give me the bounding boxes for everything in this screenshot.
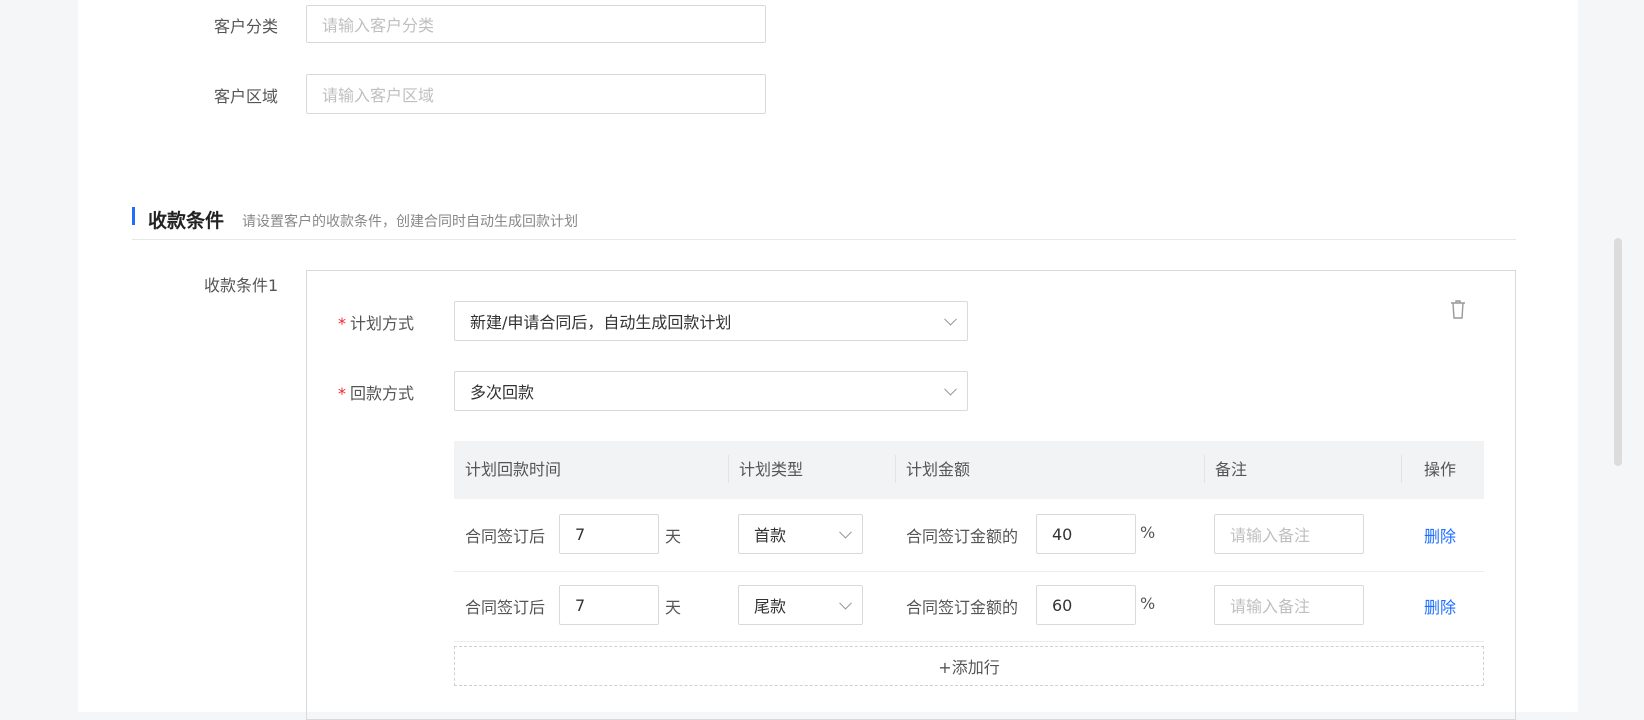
days-value: 7	[575, 524, 586, 544]
amount-prefix: 合同签订金额的	[906, 527, 1019, 546]
header-separator	[1401, 455, 1402, 483]
customer-region-placeholder: 请输入客户区域	[322, 86, 435, 105]
table-row: 合同签订后 7 天 尾款 合同签订金额的 60 % 请输入备注 删除	[454, 571, 1484, 642]
plan-type-select[interactable]: 尾款	[738, 585, 863, 625]
trash-icon[interactable]	[1448, 298, 1468, 320]
chevron-down-icon	[839, 596, 852, 610]
header-separator	[1204, 455, 1205, 483]
section-accent-bar	[132, 207, 135, 225]
note-input[interactable]: 请输入备注	[1214, 585, 1364, 625]
condition-label: 收款条件1	[204, 276, 279, 295]
percent-input[interactable]: 60	[1036, 585, 1136, 625]
customer-region-label: 客户区域	[214, 87, 279, 106]
plan-method-select[interactable]: 新建/申请合同后，自动生成回款计划	[454, 301, 968, 341]
header-note: 备注	[1215, 460, 1248, 479]
scrollbar-thumb[interactable]	[1614, 238, 1622, 466]
days-value: 7	[575, 595, 586, 615]
customer-category-input[interactable]: 请输入客户分类	[306, 5, 766, 43]
plan-type-select[interactable]: 首款	[738, 514, 863, 554]
header-plan-time: 计划回款时间	[465, 460, 562, 479]
table-row: 合同签订后 7 天 首款 合同签订金额的 40 % 请输入备注 删除	[454, 499, 1484, 572]
table-header: 计划回款时间 计划类型 计划金额 备注 操作	[454, 441, 1484, 499]
payment-method-value: 多次回款	[470, 383, 535, 402]
delete-row-link[interactable]: 删除	[1424, 594, 1456, 618]
row-prefix: 合同签订后	[465, 598, 546, 617]
delete-row-link[interactable]: 删除	[1424, 523, 1456, 547]
section-divider	[132, 239, 1516, 240]
note-placeholder: 请输入备注	[1230, 597, 1311, 616]
row-prefix: 合同签订后	[465, 527, 546, 546]
percent-value: 40	[1052, 524, 1073, 544]
plan-method-value: 新建/申请合同后，自动生成回款计划	[470, 313, 732, 332]
customer-category-label: 客户分类	[214, 17, 279, 36]
section-subtitle: 请设置客户的收款条件，创建合同时自动生成回款计划	[242, 214, 578, 230]
section-title: 收款条件	[148, 210, 225, 232]
header-separator	[728, 455, 729, 483]
payment-method-label-text: 回款方式	[350, 384, 415, 403]
percent-value: 60	[1052, 595, 1073, 615]
add-row-button[interactable]: +添加行	[454, 646, 1484, 686]
note-placeholder: 请输入备注	[1230, 526, 1311, 545]
amount-prefix: 合同签订金额的	[906, 598, 1019, 617]
days-input[interactable]: 7	[559, 514, 659, 554]
customer-region-input[interactable]: 请输入客户区域	[306, 74, 766, 114]
payment-method-label: * 回款方式	[338, 384, 415, 403]
chevron-down-icon	[944, 382, 957, 396]
header-plan-amount: 计划金额	[906, 460, 971, 479]
customer-category-placeholder: 请输入客户分类	[322, 16, 435, 35]
percent-unit: %	[1140, 594, 1156, 613]
plan-type-value: 尾款	[754, 597, 787, 616]
days-unit: 天	[665, 527, 682, 546]
plan-method-label-text: 计划方式	[350, 314, 415, 333]
header-plan-type: 计划类型	[739, 460, 804, 479]
header-separator	[895, 455, 896, 483]
header-action: 操作	[1424, 460, 1457, 479]
chevron-down-icon	[839, 525, 852, 539]
plan-method-label: * 计划方式	[338, 314, 415, 333]
days-unit: 天	[665, 598, 682, 617]
plan-type-value: 首款	[754, 526, 787, 545]
add-row-label: +添加行	[938, 658, 1000, 677]
payment-method-select[interactable]: 多次回款	[454, 371, 968, 411]
chevron-down-icon	[944, 312, 957, 326]
days-input[interactable]: 7	[559, 585, 659, 625]
percent-input[interactable]: 40	[1036, 514, 1136, 554]
note-input[interactable]: 请输入备注	[1214, 514, 1364, 554]
percent-unit: %	[1140, 523, 1156, 542]
